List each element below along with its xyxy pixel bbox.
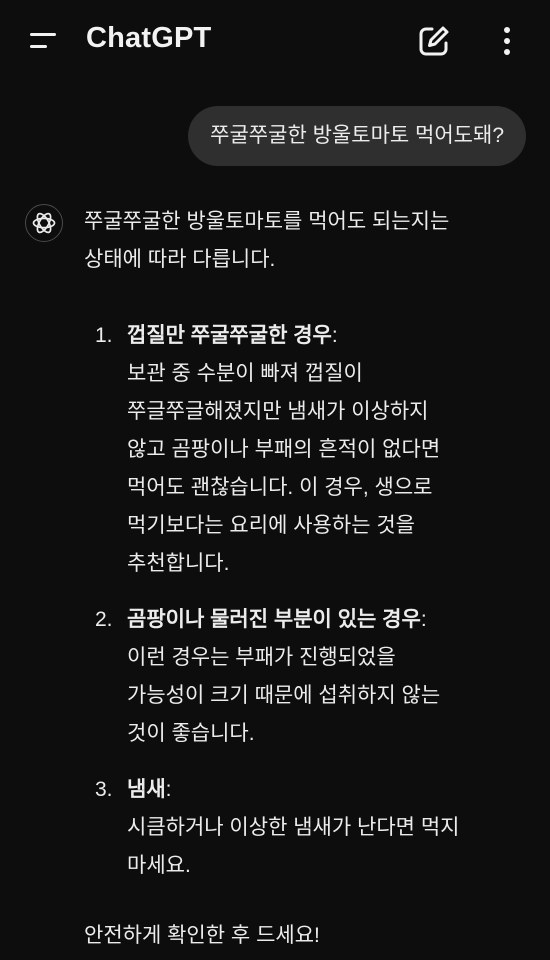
item-line: 않고 곰팡이나 부패의 흔적이 없다면	[127, 438, 441, 461]
item-heading: 곰팡이나 물러진 부분이 있는 경우	[127, 608, 421, 631]
outro-paragraph: 안전하게 확인한 후 드세요!	[84, 924, 320, 947]
item-heading: 냄새	[127, 778, 166, 801]
item-line: 먹기보다는 요리에 사용하는 것을	[127, 514, 415, 537]
list-number: 1.	[95, 324, 113, 347]
user-message-bubble[interactable]: 쭈굴쭈굴한 방울토마토 먹어도돼?	[188, 106, 526, 166]
assistant-message[interactable]: 쭈굴쭈굴한 방울토마토를 먹어도 되는지는 상태에 따라 다릅니다. 1. 껍질…	[84, 203, 514, 955]
item-heading: 껍질만 쭈굴쭈굴한 경우	[127, 324, 332, 347]
intro-line: 쭈굴쭈굴한 방울토마토를 먹어도 되는지는	[84, 210, 450, 233]
answer-list: 1. 껍질만 쭈굴쭈굴한 경우: 보관 중 수분이 빠져 껍질이 쭈글쭈글해졌지…	[84, 317, 514, 885]
chat-screen: ChatGPT 쭈굴쭈굴한 방울토마토 먹어도돼? 쭈굴쭈굴한 방울토마토를 먹	[0, 0, 550, 960]
menu-icon	[30, 33, 56, 36]
menu-icon-bar	[30, 45, 47, 48]
list-item: 1. 껍질만 쭈굴쭈굴한 경우: 보관 중 수분이 빠져 껍질이 쭈글쭈글해졌지…	[84, 317, 514, 583]
item-colon: :	[165, 778, 172, 801]
item-line: 보관 중 수분이 빠져 껍질이	[127, 362, 363, 385]
list-number: 3.	[95, 778, 113, 801]
more-icon-dot	[504, 38, 510, 44]
openai-logo-icon	[32, 212, 56, 234]
list-item: 2. 곰팡이나 물러진 부분이 있는 경우: 이런 경우는 부패가 진행되었을 …	[84, 601, 514, 753]
item-line: 시큼하거나 이상한 냄새가 난다면 먹지	[127, 816, 460, 839]
list-number: 2.	[95, 608, 113, 631]
item-line: 추천합니다.	[127, 552, 230, 575]
item-line: 이런 경우는 부패가 진행되었을	[127, 646, 396, 669]
more-options-button[interactable]	[492, 22, 522, 60]
user-message-text: 쭈굴쭈굴한 방울토마토 먹어도돼?	[210, 124, 504, 147]
top-bar: ChatGPT	[0, 0, 550, 82]
app-title: ChatGPT	[86, 22, 212, 54]
new-chat-button[interactable]	[416, 23, 452, 59]
more-vertical-icon	[504, 27, 510, 33]
list-item: 3. 냄새: 시큼하거나 이상한 냄새가 난다면 먹지 마세요.	[84, 771, 514, 885]
item-line: 먹어도 괜찮습니다. 이 경우, 생으로	[127, 476, 433, 499]
item-colon: :	[331, 324, 338, 347]
item-line: 마세요.	[127, 854, 191, 877]
intro-line: 상태에 따라 다릅니다.	[84, 248, 276, 271]
item-line: 것이 좋습니다.	[127, 722, 255, 745]
edit-icon	[419, 26, 449, 56]
item-line: 가능성이 크기 때문에 섭취하지 않는	[127, 684, 441, 707]
item-colon: :	[420, 608, 427, 631]
menu-button[interactable]	[24, 24, 64, 58]
item-line: 쭈글쭈글해졌지만 냄새가 이상하지	[127, 400, 429, 423]
more-icon-dot	[504, 49, 510, 55]
assistant-avatar	[25, 204, 63, 242]
intro-paragraph: 쭈굴쭈굴한 방울토마토를 먹어도 되는지는 상태에 따라 다릅니다.	[84, 203, 514, 279]
